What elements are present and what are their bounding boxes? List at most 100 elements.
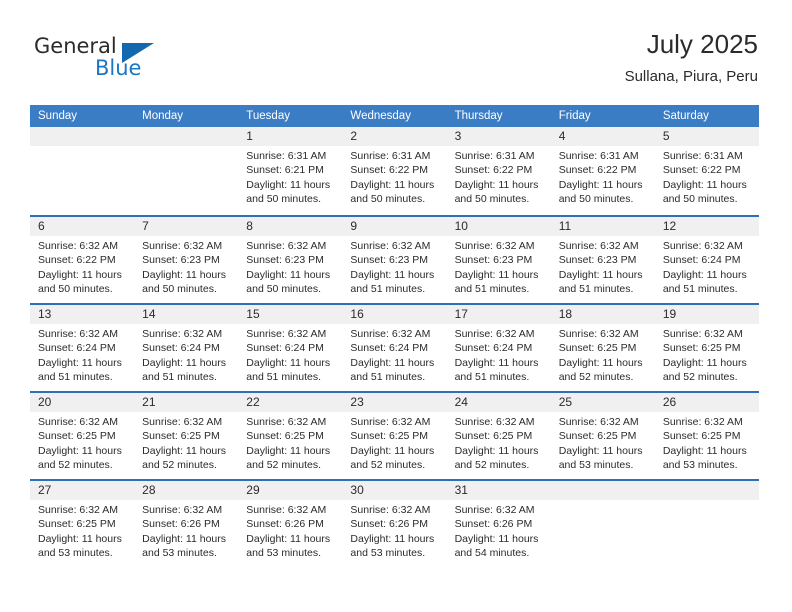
daylight-line-1: Daylight: 11 hours <box>558 444 643 457</box>
daylight-line-1: Daylight: 11 hours <box>558 178 643 191</box>
day-cell[interactable]: 2 Sunrise: 6:31 AM Sunset: 6:22 PM Dayli… <box>342 127 447 215</box>
daylight-line-1: Daylight: 11 hours <box>142 268 226 281</box>
daylight-line-1: Daylight: 11 hours <box>454 444 539 457</box>
day-cell[interactable]: 5 Sunrise: 6:31 AM Sunset: 6:22 PM Dayli… <box>654 127 759 215</box>
sunset-line: Sunset: 6:22 PM <box>38 254 116 267</box>
daylight-line-1: Daylight: 11 hours <box>38 532 122 545</box>
daylight-line-2: and 51 minutes. <box>142 370 217 383</box>
day-details: Sunrise: 6:32 AM Sunset: 6:25 PM Dayligh… <box>551 324 655 384</box>
page-subtitle: Sullana, Piura, Peru <box>624 68 758 85</box>
sunset-line: Sunset: 6:26 PM <box>246 518 324 531</box>
day-cell[interactable]: 4 Sunrise: 6:31 AM Sunset: 6:22 PM Dayli… <box>550 127 655 215</box>
sunrise-line: Sunrise: 6:32 AM <box>246 328 327 340</box>
day-cell[interactable]: 27 Sunrise: 6:32 AM Sunset: 6:25 PM Dayl… <box>30 481 135 567</box>
daylight-line-1: Daylight: 11 hours <box>662 444 747 457</box>
sunrise-line: Sunrise: 6:31 AM <box>454 150 535 162</box>
day-number: 2 <box>342 127 447 146</box>
sunset-line: Sunset: 6:22 PM <box>454 164 533 177</box>
sunrise-line: Sunrise: 6:32 AM <box>454 504 535 516</box>
day-cell[interactable]: 15 Sunrise: 6:32 AM Sunset: 6:24 PM Dayl… <box>238 305 343 391</box>
day-details: Sunrise: 6:32 AM Sunset: 6:26 PM Dayligh… <box>134 500 238 560</box>
day-cell[interactable]: 1 Sunrise: 6:31 AM Sunset: 6:21 PM Dayli… <box>238 127 343 215</box>
daylight-line-2: and 50 minutes. <box>246 282 321 295</box>
day-details: Sunrise: 6:32 AM Sunset: 6:23 PM Dayligh… <box>551 236 655 296</box>
daylight-line-1: Daylight: 11 hours <box>454 356 539 369</box>
sunset-line: Sunset: 6:25 PM <box>38 518 116 531</box>
day-number: 17 <box>446 305 551 324</box>
day-details: Sunrise: 6:32 AM Sunset: 6:25 PM Dayligh… <box>551 412 655 472</box>
day-cell[interactable]: 26 Sunrise: 6:32 AM Sunset: 6:25 PM Dayl… <box>654 393 759 479</box>
day-number: 20 <box>30 393 135 412</box>
sunset-line: Sunset: 6:22 PM <box>558 164 637 177</box>
day-cell[interactable]: 3 Sunrise: 6:31 AM Sunset: 6:22 PM Dayli… <box>446 127 551 215</box>
title-block: July 2025 Sullana, Piura, Peru <box>625 28 758 88</box>
day-cell[interactable]: 6 Sunrise: 6:32 AM Sunset: 6:22 PM Dayli… <box>30 217 135 303</box>
day-details: Sunrise: 6:32 AM Sunset: 6:26 PM Dayligh… <box>447 500 551 560</box>
day-cell[interactable]: 12 Sunrise: 6:32 AM Sunset: 6:24 PM Dayl… <box>654 217 759 303</box>
day-cell[interactable]: 7 Sunrise: 6:32 AM Sunset: 6:23 PM Dayli… <box>134 217 239 303</box>
day-cell[interactable]: 18 Sunrise: 6:32 AM Sunset: 6:25 PM Dayl… <box>550 305 655 391</box>
day-cell[interactable]: 8 Sunrise: 6:32 AM Sunset: 6:23 PM Dayli… <box>238 217 343 303</box>
day-details: Sunrise: 6:32 AM Sunset: 6:25 PM Dayligh… <box>342 412 446 472</box>
day-cell[interactable]: 19 Sunrise: 6:32 AM Sunset: 6:25 PM Dayl… <box>654 305 759 391</box>
daylight-line-2: and 50 minutes. <box>142 282 217 295</box>
weekday-header-tuesday: Tuesday <box>246 110 290 122</box>
sunset-line: Sunset: 6:23 PM <box>142 254 220 267</box>
general-blue-logo[interactable]: General Blue <box>34 34 174 90</box>
day-cell[interactable] <box>30 127 135 215</box>
day-number: 5 <box>654 127 759 146</box>
day-cell[interactable]: 22 Sunrise: 6:32 AM Sunset: 6:25 PM Dayl… <box>238 393 343 479</box>
week-row: 1 Sunrise: 6:31 AM Sunset: 6:21 PM Dayli… <box>30 127 759 215</box>
day-cell[interactable]: 16 Sunrise: 6:32 AM Sunset: 6:24 PM Dayl… <box>342 305 447 391</box>
day-details: Sunrise: 6:31 AM Sunset: 6:22 PM Dayligh… <box>655 146 759 206</box>
day-number: 29 <box>238 481 343 500</box>
daylight-line-2: and 50 minutes. <box>662 192 738 205</box>
sunset-line: Sunset: 6:26 PM <box>454 518 533 531</box>
daylight-line-2: and 50 minutes. <box>246 192 321 205</box>
sunrise-line: Sunrise: 6:32 AM <box>246 504 327 516</box>
daylight-line-2: and 51 minutes. <box>38 370 113 383</box>
daylight-line-2: and 51 minutes. <box>246 370 321 383</box>
daylight-line-2: and 50 minutes. <box>454 192 530 205</box>
day-details: Sunrise: 6:32 AM Sunset: 6:24 PM Dayligh… <box>342 324 446 384</box>
daylight-line-2: and 53 minutes. <box>142 546 217 559</box>
day-cell[interactable]: 11 Sunrise: 6:32 AM Sunset: 6:23 PM Dayl… <box>550 217 655 303</box>
day-cell[interactable]: 20 Sunrise: 6:32 AM Sunset: 6:25 PM Dayl… <box>30 393 135 479</box>
daylight-line-2: and 53 minutes. <box>246 546 321 559</box>
day-number: 3 <box>446 127 551 146</box>
sunrise-line: Sunrise: 6:32 AM <box>142 416 223 428</box>
day-cell[interactable]: 10 Sunrise: 6:32 AM Sunset: 6:23 PM Dayl… <box>446 217 551 303</box>
day-cell[interactable] <box>550 481 655 567</box>
day-number: 9 <box>342 217 447 236</box>
day-cell[interactable] <box>654 481 759 567</box>
day-cell[interactable]: 9 Sunrise: 6:32 AM Sunset: 6:23 PM Dayli… <box>342 217 447 303</box>
day-details: Sunrise: 6:32 AM Sunset: 6:25 PM Dayligh… <box>655 324 759 384</box>
day-cell[interactable]: 28 Sunrise: 6:32 AM Sunset: 6:26 PM Dayl… <box>134 481 239 567</box>
sunrise-line: Sunrise: 6:31 AM <box>350 150 431 162</box>
day-cell[interactable]: 17 Sunrise: 6:32 AM Sunset: 6:24 PM Dayl… <box>446 305 551 391</box>
day-cell[interactable] <box>134 127 239 215</box>
day-cell[interactable]: 25 Sunrise: 6:32 AM Sunset: 6:25 PM Dayl… <box>550 393 655 479</box>
day-cell[interactable]: 30 Sunrise: 6:32 AM Sunset: 6:26 PM Dayl… <box>342 481 447 567</box>
daylight-line-1: Daylight: 11 hours <box>662 356 747 369</box>
day-details: Sunrise: 6:32 AM Sunset: 6:22 PM Dayligh… <box>30 236 134 296</box>
sunrise-line: Sunrise: 6:31 AM <box>246 150 327 162</box>
day-cell[interactable]: 13 Sunrise: 6:32 AM Sunset: 6:24 PM Dayl… <box>30 305 135 391</box>
daylight-line-1: Daylight: 11 hours <box>142 356 226 369</box>
daylight-line-1: Daylight: 11 hours <box>246 532 331 545</box>
sunrise-line: Sunrise: 6:32 AM <box>454 328 535 340</box>
day-cell[interactable]: 29 Sunrise: 6:32 AM Sunset: 6:26 PM Dayl… <box>238 481 343 567</box>
day-cell[interactable]: 23 Sunrise: 6:32 AM Sunset: 6:25 PM Dayl… <box>342 393 447 479</box>
day-cell[interactable]: 21 Sunrise: 6:32 AM Sunset: 6:25 PM Dayl… <box>134 393 239 479</box>
day-cell[interactable]: 14 Sunrise: 6:32 AM Sunset: 6:24 PM Dayl… <box>134 305 239 391</box>
sunrise-line: Sunrise: 6:32 AM <box>350 504 431 516</box>
day-cell[interactable]: 31 Sunrise: 6:32 AM Sunset: 6:26 PM Dayl… <box>446 481 551 567</box>
sunset-line: Sunset: 6:21 PM <box>246 164 324 177</box>
day-number: 25 <box>550 393 655 412</box>
day-details: Sunrise: 6:31 AM Sunset: 6:22 PM Dayligh… <box>551 146 655 206</box>
daylight-line-1: Daylight: 11 hours <box>454 532 539 545</box>
sunrise-line: Sunrise: 6:32 AM <box>246 416 327 428</box>
day-details: Sunrise: 6:32 AM Sunset: 6:25 PM Dayligh… <box>655 412 759 472</box>
day-number: 30 <box>342 481 447 500</box>
day-cell[interactable]: 24 Sunrise: 6:32 AM Sunset: 6:25 PM Dayl… <box>446 393 551 479</box>
